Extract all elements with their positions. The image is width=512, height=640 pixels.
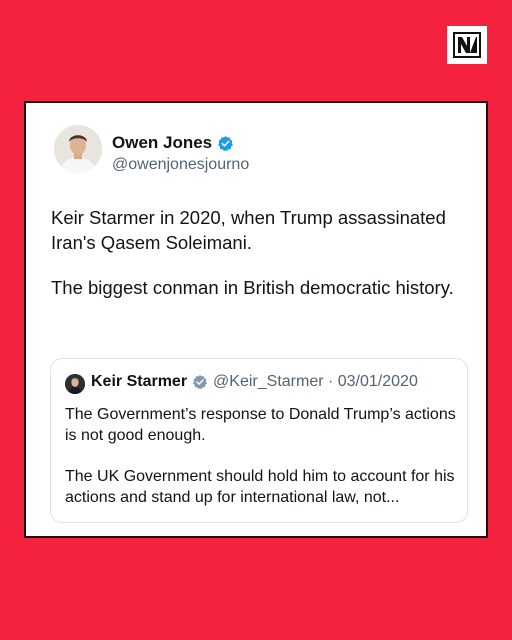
quoted-paragraph: The UK Government should hold him to acc… <box>65 468 455 506</box>
quoted-author-avatar[interactable] <box>65 374 85 394</box>
quoted-text: The Government’s response to Donald Trum… <box>65 404 457 528</box>
author-name[interactable]: Owen Jones <box>112 133 212 153</box>
quoted-handle-date[interactable]: @Keir_Starmer · 03/01/2020 <box>213 373 418 391</box>
tweet-card[interactable]: Owen Jones @owenjonesjourno Keir Starmer… <box>24 101 488 538</box>
novara-media-logo-icon <box>453 32 481 58</box>
author-avatar[interactable] <box>54 125 102 173</box>
tweet-paragraph: The biggest conman in British democratic… <box>51 277 454 298</box>
tweet-paragraph: Keir Starmer in 2020, when Trump assassi… <box>51 207 446 253</box>
quoted-header: Keir Starmer @Keir_Starmer · 03/01/2020 <box>91 373 418 391</box>
verified-badge-icon <box>218 135 234 151</box>
tweet-text: Keir Starmer in 2020, when Trump assassi… <box>51 205 476 320</box>
verified-badge-grey-icon <box>193 375 208 390</box>
author-name-row[interactable]: Owen Jones <box>112 133 234 153</box>
quoted-author-name[interactable]: Keir Starmer <box>91 373 187 391</box>
quoted-paragraph: The Government’s response to Donald Trum… <box>65 406 456 444</box>
quoted-tweet[interactable]: Keir Starmer @Keir_Starmer · 03/01/2020 … <box>50 358 468 523</box>
brand-logo <box>447 26 487 64</box>
author-handle[interactable]: @owenjonesjourno <box>112 156 249 174</box>
